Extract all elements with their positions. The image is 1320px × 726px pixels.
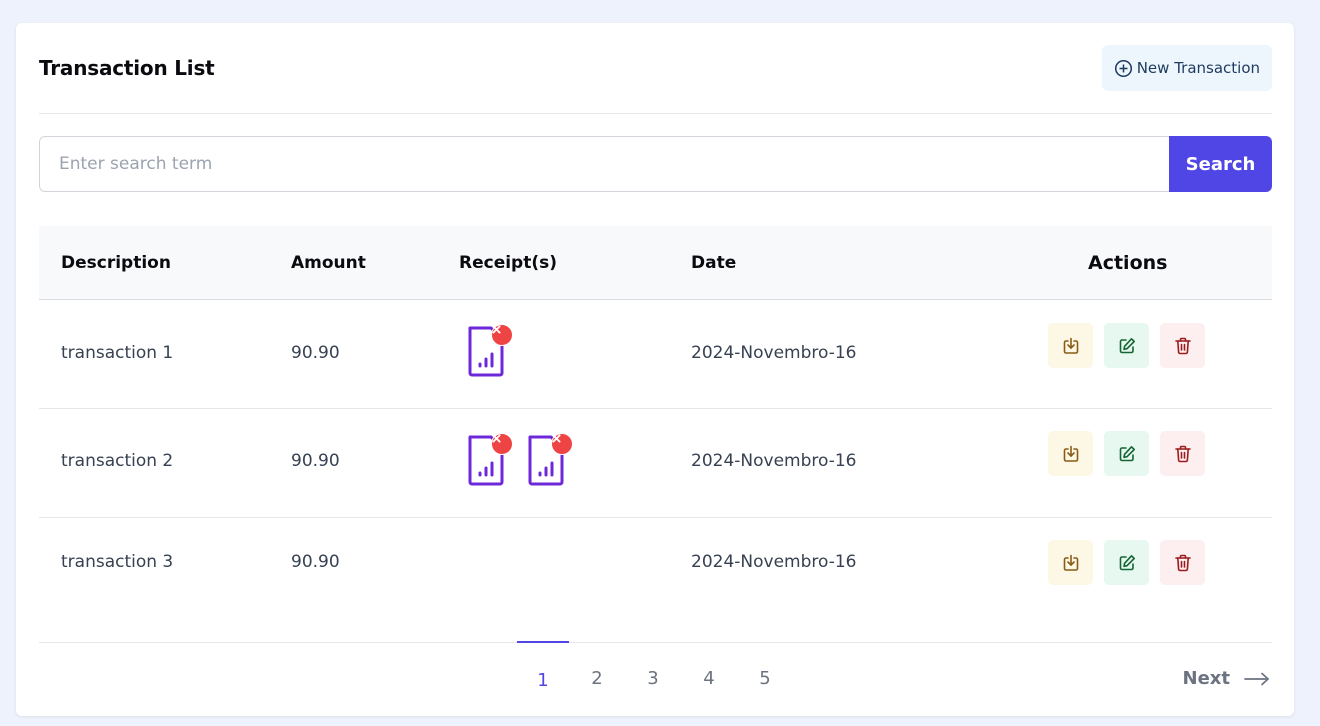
edit-icon [1119,445,1135,461]
row-description: transaction 1 [61,343,174,363]
search-button[interactable]: Search [1169,136,1272,192]
row-actions [1048,431,1205,476]
receipt-file[interactable] [464,322,514,377]
delete-button[interactable] [1160,323,1205,368]
page-link-4[interactable]: 4 [683,642,735,716]
new-transaction-label: New Transaction [1136,59,1260,77]
download-button[interactable] [1048,323,1093,368]
search-input[interactable] [39,136,1169,192]
header-divider [39,113,1272,114]
delete-button[interactable] [1160,431,1205,476]
pagination: 1 2 3 4 5 [16,641,1294,716]
row-amount: 90.90 [291,552,340,572]
receipt-list [464,322,514,377]
transaction-card: Transaction List New Transaction Search … [16,23,1294,716]
next-page-button[interactable]: Next [1183,668,1271,689]
arrow-right-icon [1244,672,1269,685]
edit-icon [1119,337,1135,353]
row-actions [1048,323,1205,368]
download-icon [1063,337,1078,354]
row-description: transaction 3 [61,552,174,572]
trash-icon [1174,554,1191,571]
card-header: Transaction List New Transaction [39,45,1272,91]
delete-button[interactable] [1160,540,1205,585]
plus-circle-icon [1114,59,1133,78]
row-date: 2024-Novembro-16 [691,552,857,572]
page-link-2[interactable]: 2 [571,642,623,716]
edit-button[interactable] [1104,540,1149,585]
row-amount: 90.90 [291,451,340,471]
download-button[interactable] [1048,540,1093,585]
column-header-actions: Actions [1088,252,1168,274]
close-icon [492,325,501,334]
row-description: transaction 2 [61,451,174,471]
page-link-5[interactable]: 5 [739,642,791,716]
close-icon [492,434,501,443]
remove-receipt-button[interactable] [491,433,513,455]
table-row: transaction 3 90.90 2024-Novembro-16 [39,518,1272,618]
remove-receipt-button[interactable] [491,324,513,346]
remove-receipt-button[interactable] [551,433,573,455]
table-row: transaction 1 90.90 2024-Novembro-16 [39,300,1272,409]
receipt-file[interactable] [464,431,514,486]
column-header-receipts: Receipt(s) [459,253,558,273]
close-icon [552,434,561,443]
row-date: 2024-Novembro-16 [691,451,857,471]
column-header-description: Description [61,253,171,273]
row-actions [1048,540,1205,585]
edit-icon [1119,554,1135,570]
download-icon [1063,445,1078,462]
edit-button[interactable] [1104,431,1149,476]
column-header-date: Date [691,253,737,273]
receipt-file[interactable] [524,431,574,486]
edit-button[interactable] [1104,323,1149,368]
table-row: transaction 2 90.90 2024-Novembro-16 [39,409,1272,518]
trash-icon [1174,445,1191,462]
trash-icon [1174,337,1191,354]
page-link-1[interactable]: 1 [517,641,569,715]
page-link-3[interactable]: 3 [627,642,679,716]
download-icon [1063,554,1078,571]
search-bar: Search [39,136,1272,192]
next-label: Next [1182,668,1231,689]
table-header: Description Amount Receipt(s) Date Actio… [39,226,1272,300]
new-transaction-button[interactable]: New Transaction [1101,45,1272,91]
page-title: Transaction List [39,56,215,80]
column-header-amount: Amount [291,253,366,273]
receipt-list [464,431,574,486]
row-amount: 90.90 [291,343,340,363]
download-button[interactable] [1048,431,1093,476]
row-date: 2024-Novembro-16 [691,343,857,363]
